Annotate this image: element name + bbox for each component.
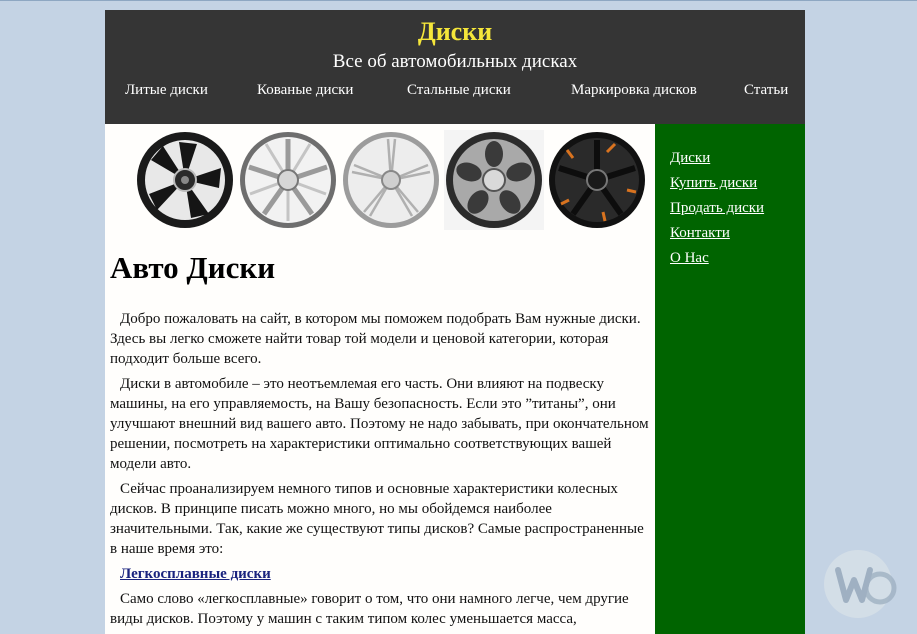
sidebar: Диски Купить диски Продать диски Контакт… [655,124,805,634]
wheel-gallery [135,130,645,230]
article-body: Добро пожаловать на сайт, в котором мы п… [110,309,652,634]
wheel-image-1 [137,132,233,228]
site-title: Диски [417,17,493,46]
intro-paragraph: Добро пожаловать на сайт, в котором мы п… [110,311,641,367]
nav-link-steel-wheels[interactable]: Стальные диски [407,82,511,99]
sidebar-link-contacts[interactable]: Контакти [670,225,730,242]
sidebar-link-about[interactable]: О Нас [670,250,709,267]
paragraph-4: Само слово «легкосплавные» говорит о том… [110,591,629,627]
sidebar-link-sell-wheels[interactable]: Продать диски [670,200,764,217]
wheel-image-4 [444,130,544,230]
wheel-image-3 [343,132,439,228]
top-nav: Литые диски Кованые диски Стальные диски… [105,82,805,104]
window-top-border [0,0,917,1]
sidebar-link-buy-wheels[interactable]: Купить диски [670,175,757,192]
nav-link-forged-wheels[interactable]: Кованые диски [257,82,353,99]
site-header: Диски Все об автомобильных дисках Литые … [105,10,805,124]
wheel-image-5 [549,132,645,228]
page-container: Диски Все об автомобильных дисках Литые … [105,10,805,634]
wheel-image-2 [240,132,336,228]
paragraph-2: Диски в автомобиле – это неотъемлемая ег… [110,376,649,472]
section-link-alloy-wheels[interactable]: Легкосплавные диски [120,566,271,582]
section-link-row: Легкосплавные диски [110,564,652,584]
nav-link-wheel-marking[interactable]: Маркировка дисков [571,82,697,99]
nav-link-articles[interactable]: Статьи [744,82,788,99]
sidebar-link-wheels[interactable]: Диски [670,150,710,167]
nav-link-cast-wheels[interactable]: Литые диски [125,82,208,99]
paragraph-3: Сейчас проанализируем немного типов и ос… [110,481,644,557]
page-title: Авто Диски [110,250,276,285]
main-content: Авто Диски Добро пожаловать на сайт, в к… [105,124,655,634]
site-subtitle: Все об автомобильных дисках [332,51,578,72]
watermark-logo-icon [824,550,897,618]
